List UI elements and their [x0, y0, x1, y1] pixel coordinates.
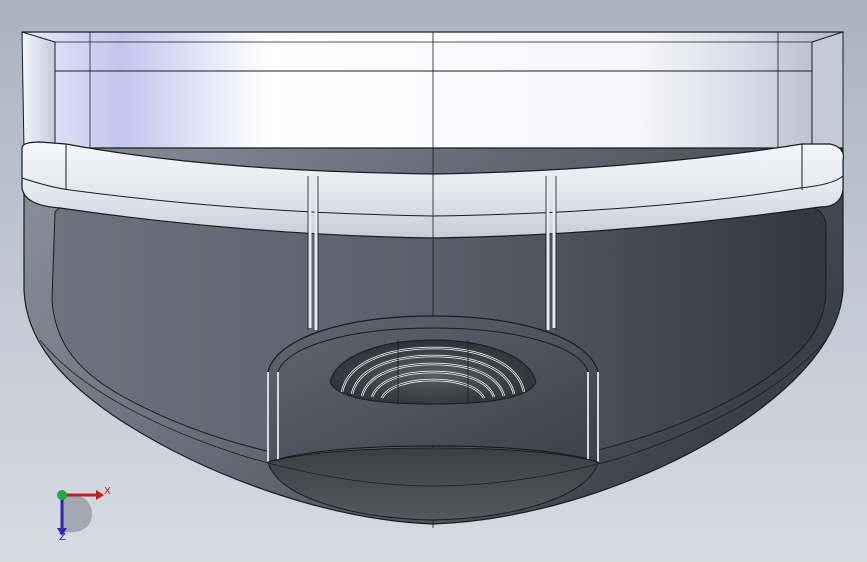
upper-body — [22, 32, 843, 148]
x-axis-label: X — [104, 486, 111, 497]
cad-model[interactable] — [0, 0, 867, 562]
socket-floor — [267, 447, 599, 521]
triad-graphic — [57, 490, 104, 536]
triad-shadow — [62, 493, 92, 533]
z-axis-label: Z — [59, 532, 66, 543]
coordinate-triad: X Z — [44, 478, 124, 548]
y-axis-dot — [57, 490, 67, 500]
graphics-viewport[interactable]: X Z — [0, 0, 867, 562]
left-side-panel — [21, 31, 56, 151]
right-side-panel — [811, 31, 844, 151]
x-arrowhead-icon — [96, 490, 104, 500]
